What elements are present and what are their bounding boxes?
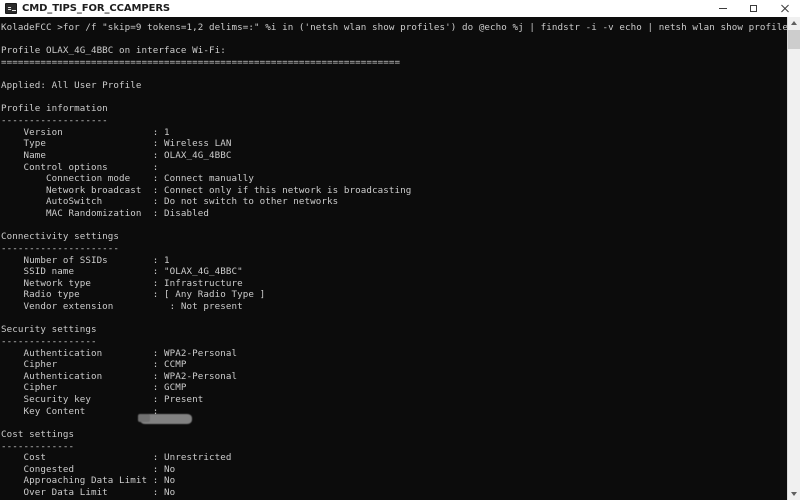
- command-prompt-window: CMD_TIPS_FOR_CCAMPERS KoladeFCC >for /f …: [0, 0, 800, 500]
- cmd-console-icon: [5, 3, 17, 14]
- close-icon: [780, 4, 789, 13]
- window-controls: [707, 0, 800, 17]
- maximize-icon: [750, 5, 757, 12]
- key-content-redaction: [138, 414, 192, 424]
- minimize-button[interactable]: [707, 0, 738, 17]
- minimize-icon: [718, 8, 727, 9]
- console-scrollbar[interactable]: [787, 17, 800, 500]
- close-button[interactable]: [769, 0, 800, 17]
- scroll-up-button[interactable]: [788, 17, 800, 29]
- scrollbar-thumb[interactable]: [788, 30, 800, 49]
- chevron-down-icon: [791, 492, 797, 496]
- scroll-down-button[interactable]: [788, 488, 800, 500]
- title-bar-left: CMD_TIPS_FOR_CCAMPERS: [0, 3, 707, 14]
- maximize-button[interactable]: [738, 0, 769, 17]
- chevron-up-icon: [791, 21, 797, 25]
- title-bar[interactable]: CMD_TIPS_FOR_CCAMPERS: [0, 0, 800, 17]
- console-output-area[interactable]: KoladeFCC >for /f "skip=9 tokens=1,2 del…: [0, 17, 787, 500]
- console-text: KoladeFCC >for /f "skip=9 tokens=1,2 del…: [1, 22, 787, 500]
- window-title: CMD_TIPS_FOR_CCAMPERS: [22, 3, 171, 14]
